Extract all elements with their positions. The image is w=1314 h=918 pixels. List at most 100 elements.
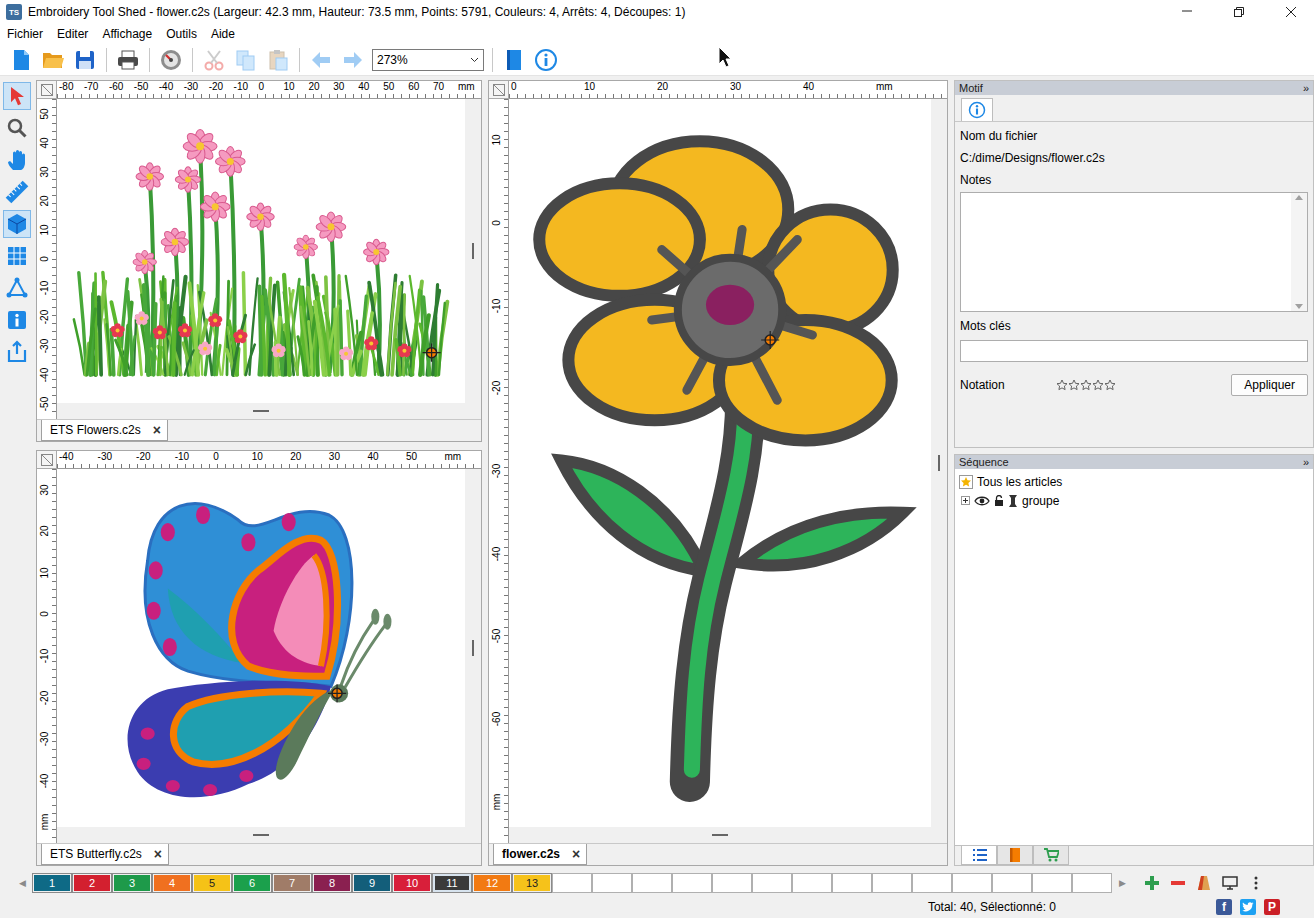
color-swatch[interactable]: 7: [272, 873, 312, 893]
scroll-grip[interactable]: [472, 640, 474, 656]
empty-swatch[interactable]: [632, 873, 672, 893]
forward-button[interactable]: [340, 47, 366, 73]
document-tab[interactable]: ETS Flowers.c2s ×: [41, 420, 168, 441]
empty-swatch[interactable]: [792, 873, 832, 893]
close-button[interactable]: [1268, 0, 1314, 24]
ruler-corner[interactable]: [37, 451, 57, 469]
empty-swatch[interactable]: [832, 873, 872, 893]
empty-swatch[interactable]: [672, 873, 712, 893]
vertical-scroll[interactable]: [465, 469, 481, 827]
book-button[interactable]: [501, 47, 527, 73]
tab-label[interactable]: flower.c2s: [502, 847, 560, 861]
color-swatch[interactable]: 2: [72, 873, 112, 893]
exit-tool[interactable]: [3, 338, 31, 366]
color-swatch[interactable]: 5: [192, 873, 232, 893]
vertical-scroll[interactable]: [931, 99, 947, 827]
more-icon[interactable]: [1248, 875, 1264, 891]
keywords-field[interactable]: [960, 340, 1308, 362]
menu-item[interactable]: Aide: [204, 27, 242, 41]
document-tab[interactable]: ETS Butterfly.c2s ×: [41, 844, 169, 865]
empty-swatch[interactable]: [592, 873, 632, 893]
document-tab[interactable]: flower.c2s ×: [493, 844, 587, 865]
scroll-grip[interactable]: [472, 243, 474, 259]
print-button[interactable]: [115, 47, 141, 73]
scroll-grip[interactable]: [253, 834, 269, 836]
paste-button[interactable]: [265, 47, 291, 73]
tab-label[interactable]: ETS Butterfly.c2s: [50, 847, 142, 861]
zoom-select[interactable]: 273%: [372, 49, 484, 71]
empty-swatch[interactable]: [1072, 873, 1112, 893]
menu-item[interactable]: Editer: [50, 27, 95, 41]
empty-swatch[interactable]: [912, 873, 952, 893]
copy-button[interactable]: [233, 47, 259, 73]
lock-open-icon[interactable]: [994, 495, 1004, 507]
empty-swatch[interactable]: [992, 873, 1032, 893]
save-button[interactable]: [72, 47, 98, 73]
rating-stars-icon[interactable]: [1056, 379, 1116, 391]
tab-label[interactable]: ETS Flowers.c2s: [50, 423, 141, 437]
menu-item[interactable]: Fichier: [0, 27, 50, 41]
remove-color-icon[interactable]: [1170, 875, 1186, 891]
monitor-icon[interactable]: [1222, 875, 1238, 891]
scroll-grip[interactable]: [253, 410, 269, 412]
tree-label[interactable]: groupe: [1022, 494, 1059, 508]
horizontal-scroll[interactable]: [57, 403, 465, 419]
collapse-button[interactable]: »: [1303, 456, 1309, 468]
design-page[interactable]: [509, 99, 931, 827]
empty-swatch[interactable]: [1032, 873, 1072, 893]
horizontal-scroll[interactable]: [57, 827, 465, 843]
horizontal-scroll[interactable]: [509, 827, 931, 843]
info-button[interactable]: [533, 47, 559, 73]
pan-tool[interactable]: [3, 146, 31, 174]
tab-close-button[interactable]: ×: [153, 423, 161, 437]
design-window[interactable]: 010203040mm100-10-20-30-40-50-60mmflower…: [488, 80, 948, 866]
expand-icon[interactable]: [961, 496, 970, 505]
scroll-down-icon[interactable]: [1295, 304, 1303, 309]
tab-close-button[interactable]: ×: [154, 847, 162, 861]
menu-item[interactable]: Affichage: [95, 27, 159, 41]
tab-close-button[interactable]: ×: [572, 847, 580, 861]
notes-scrollbar[interactable]: [1291, 193, 1307, 311]
player-button[interactable]: [158, 47, 184, 73]
minimize-button[interactable]: [1164, 0, 1210, 24]
color-swatch[interactable]: 8: [312, 873, 352, 893]
panel-tab[interactable]: [961, 98, 993, 121]
select-tool[interactable]: [3, 82, 31, 110]
notes-field[interactable]: [960, 192, 1308, 312]
design-page[interactable]: [57, 99, 465, 403]
info-tool[interactable]: [3, 306, 31, 334]
empty-swatch[interactable]: [552, 873, 592, 893]
grid-tool[interactable]: [3, 242, 31, 270]
tree-item[interactable]: Tous les articles: [959, 473, 1309, 490]
twitter-button[interactable]: [1240, 899, 1256, 915]
empty-swatch[interactable]: [752, 873, 792, 893]
scroll-left-button[interactable]: ◀: [12, 878, 32, 888]
color-swatch[interactable]: 3: [112, 873, 152, 893]
design-canvas[interactable]: [57, 99, 481, 419]
empty-swatch[interactable]: [872, 873, 912, 893]
color-swatch[interactable]: 12: [472, 873, 512, 893]
scroll-up-icon[interactable]: [1295, 195, 1303, 200]
design-page[interactable]: [57, 469, 465, 827]
vertical-scroll[interactable]: [465, 99, 481, 403]
open-button[interactable]: [40, 47, 66, 73]
scroll-right-button[interactable]: ▶: [1112, 878, 1132, 888]
design-canvas[interactable]: [57, 469, 481, 843]
new-button[interactable]: [8, 47, 34, 73]
nodes-tool[interactable]: [3, 274, 31, 302]
color-swatch[interactable]: 4: [152, 873, 192, 893]
add-color-icon[interactable]: [1144, 875, 1160, 891]
color-swatch[interactable]: 9: [352, 873, 392, 893]
color-swatch[interactable]: 10: [392, 873, 432, 893]
color-swatch[interactable]: 13: [512, 873, 552, 893]
flower-design[interactable]: [509, 99, 931, 827]
panel-tab[interactable]: [961, 846, 997, 865]
scroll-grip[interactable]: [712, 834, 728, 836]
cut-button[interactable]: [201, 47, 227, 73]
thread-cone-icon[interactable]: [1196, 875, 1212, 891]
zoom-tool[interactable]: [3, 114, 31, 142]
3d-tool[interactable]: [3, 210, 31, 238]
design-window[interactable]: -40-30-20-1001020304050mm3020100-10-20-3…: [36, 450, 482, 866]
facebook-button[interactable]: f: [1216, 899, 1232, 915]
menu-item[interactable]: Outils: [159, 27, 204, 41]
